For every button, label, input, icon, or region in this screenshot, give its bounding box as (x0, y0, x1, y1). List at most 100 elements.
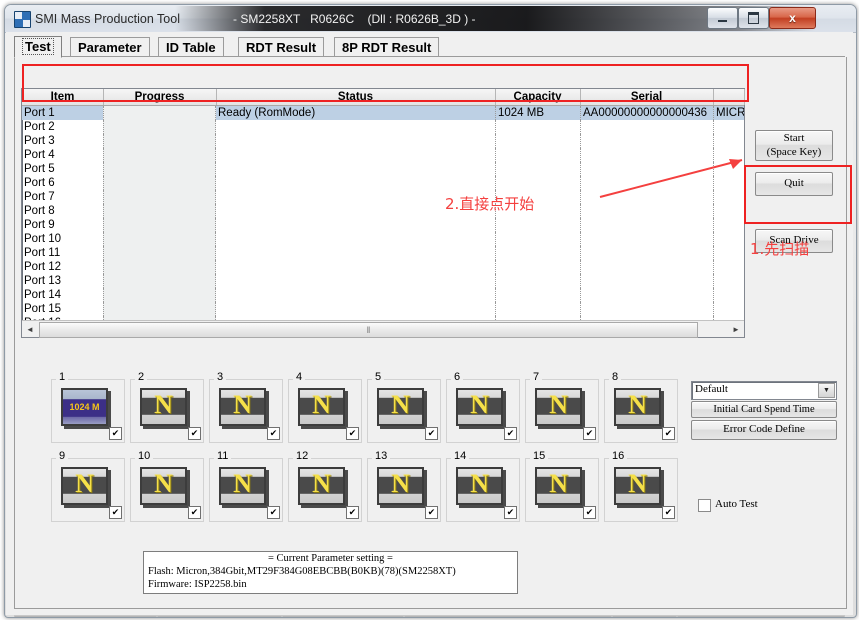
tab-parameter[interactable]: Parameter (70, 37, 150, 57)
cell-serial: AA00000000000000436 (580, 106, 713, 120)
column-header-capacity[interactable]: Capacity (495, 89, 581, 105)
scroll-right-arrow-icon[interactable]: ► (729, 322, 743, 336)
card-slot-checkbox[interactable]: ✔ (267, 427, 280, 440)
start-button-line1: Start (767, 132, 822, 146)
card-slot-3[interactable]: 3N✔ (209, 379, 283, 443)
column-header-extra[interactable] (713, 89, 745, 105)
cell-capacity (495, 260, 580, 274)
chevron-down-icon[interactable]: ▼ (818, 383, 835, 398)
card-none-label: N (616, 388, 659, 422)
table-row[interactable]: Port 10 (22, 232, 744, 246)
card-slot-4[interactable]: 4N✔ (288, 379, 362, 443)
table-row[interactable]: Port 4 (22, 148, 744, 162)
cell-capacity (495, 148, 580, 162)
card-graphic: N (377, 388, 427, 428)
column-header-item[interactable]: Item (22, 89, 104, 105)
card-slot-1[interactable]: 11024 M✔ (51, 379, 125, 443)
cell-progress (103, 288, 216, 302)
minimize-icon (708, 8, 737, 28)
table-row[interactable]: Port 11 (22, 246, 744, 260)
cell-item: Port 10 (22, 232, 103, 246)
quit-button[interactable]: Quit (755, 172, 833, 196)
card-slot-15[interactable]: 15N✔ (525, 458, 599, 522)
card-slot-10[interactable]: 10N✔ (130, 458, 204, 522)
card-graphic: N (219, 467, 269, 507)
port-list-body[interactable]: Port 1Ready (RomMode)1024 MBAA0000000000… (22, 106, 744, 320)
card-slot-checkbox[interactable]: ✔ (504, 427, 517, 440)
table-row[interactable]: Port 5 (22, 162, 744, 176)
scroll-left-arrow-icon[interactable]: ◄ (23, 322, 37, 336)
card-slot-checkbox[interactable]: ✔ (188, 427, 201, 440)
tab-8p-rdt-result[interactable]: 8P RDT Result (334, 37, 439, 57)
app-window: SMI Mass Production Tool - SM2258XT R062… (4, 4, 857, 618)
table-row[interactable]: Port 7 (22, 190, 744, 204)
error-code-define-button[interactable]: Error Code Define (691, 420, 837, 440)
cell-item: Port 15 (22, 302, 103, 316)
card-slot-5[interactable]: 5N✔ (367, 379, 441, 443)
card-slot-checkbox[interactable]: ✔ (662, 427, 675, 440)
column-header-progress[interactable]: Progress (103, 89, 217, 105)
card-graphic: N (298, 388, 348, 428)
table-row[interactable]: Port 6 (22, 176, 744, 190)
port-list-hscrollbar[interactable]: ◄ ‖ ► (22, 320, 744, 337)
cell-extra: MICRO (713, 106, 744, 120)
card-slot-checkbox[interactable]: ✔ (583, 506, 596, 519)
card-slot-checkbox[interactable]: ✔ (504, 506, 517, 519)
card-slot-16[interactable]: 16N✔ (604, 458, 678, 522)
table-row[interactable]: Port 3 (22, 134, 744, 148)
card-slot-12[interactable]: 12N✔ (288, 458, 362, 522)
card-slot-11[interactable]: 11N✔ (209, 458, 283, 522)
table-row[interactable]: Port 2 (22, 120, 744, 134)
column-header-serial[interactable]: Serial (580, 89, 714, 105)
cell-item: Port 3 (22, 134, 103, 148)
card-slot-checkbox[interactable]: ✔ (109, 427, 122, 440)
auto-test-checkbox[interactable]: Auto Test (698, 498, 788, 512)
card-graphic: N (298, 467, 348, 507)
table-row[interactable]: Port 15 (22, 302, 744, 316)
card-slot-checkbox[interactable]: ✔ (109, 506, 122, 519)
card-slot-9[interactable]: 9N✔ (51, 458, 125, 522)
column-header-status[interactable]: Status (216, 89, 496, 105)
cell-status (216, 148, 495, 162)
card-slot-6[interactable]: 6N✔ (446, 379, 520, 443)
card-slot-checkbox[interactable]: ✔ (425, 427, 438, 440)
tab-rdt-result[interactable]: RDT Result (238, 37, 324, 57)
card-slot-checkbox[interactable]: ✔ (188, 506, 201, 519)
table-row[interactable]: Port 13 (22, 274, 744, 288)
cell-serial (580, 246, 713, 260)
minimize-button[interactable] (707, 7, 738, 29)
annotation-step2: 2.直接点开始 (445, 193, 534, 214)
card-slot-checkbox[interactable]: ✔ (346, 506, 359, 519)
card-slot-checkbox[interactable]: ✔ (583, 427, 596, 440)
card-slot-7[interactable]: 7N✔ (525, 379, 599, 443)
table-row[interactable]: Port 1Ready (RomMode)1024 MBAA0000000000… (22, 106, 744, 120)
card-slot-14[interactable]: 14N✔ (446, 458, 520, 522)
profile-select[interactable]: Default ▼ (691, 381, 837, 400)
card-graphic: 1024 M (61, 388, 111, 428)
initial-card-spend-time-button[interactable]: Initial Card Spend Time (691, 401, 837, 418)
port-list[interactable]: ItemProgressStatusCapacitySerial Port 1R… (21, 88, 745, 338)
table-row[interactable]: Port 8 (22, 204, 744, 218)
start-button[interactable]: Start (Space Key) (755, 130, 833, 161)
card-slot-checkbox[interactable]: ✔ (425, 506, 438, 519)
maximize-button[interactable] (738, 7, 769, 29)
close-button[interactable]: x (769, 7, 816, 29)
auto-test-checkbox-box[interactable] (698, 499, 711, 512)
card-slot-8[interactable]: 8N✔ (604, 379, 678, 443)
cell-status (216, 302, 495, 316)
card-slot-2[interactable]: 2N✔ (130, 379, 204, 443)
tab-label: Test (22, 38, 54, 55)
card-slot-number: 11 (214, 451, 231, 462)
table-row[interactable]: Port 9 (22, 218, 744, 232)
scrollbar-thumb[interactable]: ‖ (39, 322, 698, 338)
card-slot-checkbox[interactable]: ✔ (662, 506, 675, 519)
card-graphic: N (614, 388, 664, 428)
tab-id-table[interactable]: ID Table (158, 37, 224, 57)
tab-test[interactable]: Test (14, 36, 62, 58)
card-slot-checkbox[interactable]: ✔ (346, 427, 359, 440)
table-row[interactable]: Port 12 (22, 260, 744, 274)
card-slot-13[interactable]: 13N✔ (367, 458, 441, 522)
card-slot-checkbox[interactable]: ✔ (267, 506, 280, 519)
table-row[interactable]: Port 14 (22, 288, 744, 302)
cell-extra (713, 260, 744, 274)
